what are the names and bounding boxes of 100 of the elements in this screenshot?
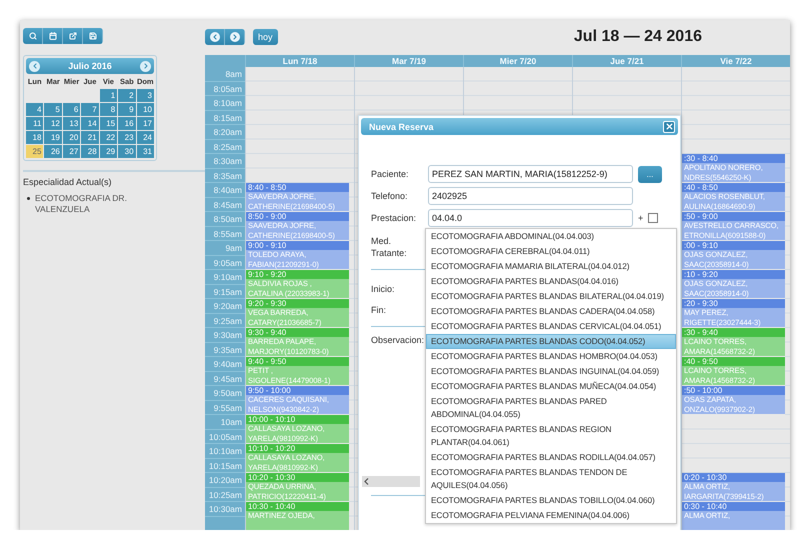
day-cell[interactable]: 31 (136, 145, 154, 158)
today-button[interactable]: hoy (253, 28, 278, 44)
suggestion-item[interactable]: ECOTOMOGRAFIA PARTES BLANDAS REGION PLANTAR(04.04.061) (426, 422, 676, 450)
suggestion-item[interactable]: ECOTOMOGRAFIA PARTES BLANDAS MUÑECA(04.04.054) (426, 379, 676, 394)
appointment-time: :30 - 9:40 (682, 328, 785, 337)
bullet-dot (27, 197, 30, 200)
day-cell[interactable]: 20 (62, 131, 80, 144)
suggestion-item[interactable]: ECOTOMOGRAFIA PARTES BLANDAS TENDON DE AQUILES(04.04.056) (426, 465, 676, 493)
time-label: 8am (205, 67, 245, 82)
day-cell[interactable]: 30 (118, 145, 136, 158)
checkbox[interactable] (648, 213, 658, 223)
day-cell[interactable]: 6 (62, 103, 80, 116)
appointment-time: :00 - 9:10 (682, 241, 785, 250)
day-header: Jue 7/21 (572, 55, 681, 67)
suggestion-item[interactable]: ECOTOMOGRAFIA PARTES BLANDAS BILATERAL(04.04.019) (426, 289, 676, 304)
day-cell[interactable]: 15 (100, 117, 118, 130)
appointment-time: 0:30 - 10:40 (682, 502, 785, 511)
specialty-item: ECOTOMOGRAFIA DR. VALENZUELA (35, 193, 128, 215)
day-cell[interactable]: 12 (44, 117, 62, 130)
suggestion-item[interactable]: ECOTOMOGRAFIA PARTES BLANDAS RODILLA(04.04.057) (426, 450, 676, 465)
time-label: 9:15am (205, 284, 245, 299)
field-label: Paciente: (371, 168, 410, 180)
previous-week-button[interactable] (205, 28, 225, 44)
service-field[interactable]: 04.04.0 (428, 209, 633, 227)
suggestion-item[interactable]: ECOTOMOGRAFIA PARTES BLANDAS PARED ABDOMINAL(04.04.055) (426, 394, 676, 422)
appointment-time: 10:10 - 10:20 (246, 444, 349, 453)
search-icon (28, 32, 36, 40)
day-cell[interactable]: 19 (44, 131, 62, 144)
close-button[interactable] (663, 120, 675, 132)
day-cell[interactable]: 23 (118, 131, 136, 144)
appointment-time: 9:40 - 9:50 (246, 357, 349, 366)
day-cell[interactable]: 3 (136, 89, 154, 102)
calendar-button[interactable] (43, 28, 63, 44)
horizontal-scrollbar[interactable] (362, 476, 420, 487)
suggestion-item[interactable]: ECOTOMOGRAFIA ABDOMINAL(04.04.003) (426, 229, 676, 244)
day-cell[interactable]: 11 (26, 117, 44, 130)
appointment-time: :10 - 9:20 (682, 270, 785, 279)
previous-month-button[interactable] (29, 60, 40, 72)
suggestion-item[interactable]: ECOTOMOGRAFIA PARTES BLANDAS TOBILLO(04.04.060) (426, 493, 676, 508)
suggestion-item[interactable]: ECOTOMOGRAFIA PARTES BLANDAS INGUINAL(04.04.059) (426, 364, 676, 379)
day-header: Lun 7/18 (245, 55, 354, 67)
time-label: 10:10am (205, 444, 245, 458)
day-cell[interactable]: 17 (136, 117, 154, 130)
search-button[interactable] (23, 28, 43, 44)
time-label: 8:25am (205, 140, 245, 154)
chevron-right-icon (142, 62, 150, 70)
day-cell[interactable]: 2 (118, 89, 136, 102)
suggestion-item[interactable]: ECOTOMOGRAFIA PARTES BLANDAS HOMBRO(04.04.053) (426, 349, 676, 364)
field-label: Prestacion: (371, 212, 418, 224)
day-cell[interactable]: 4 (26, 103, 44, 116)
day-cell[interactable]: 26 (44, 145, 62, 158)
time-label: 10:30am (205, 502, 245, 516)
time-label: 10:05am (205, 430, 245, 444)
external-link-icon (68, 32, 76, 40)
day-cell[interactable]: 7 (81, 103, 99, 116)
day-cell[interactable]: 8 (100, 103, 118, 116)
time-label: 8:10am (205, 96, 245, 110)
time-label: 9:55am (205, 400, 245, 415)
suggestion-item[interactable]: ECOTOMOGRAFIA PARTES BLANDAS CERVICAL(04.04.051) (426, 319, 676, 334)
day-cell[interactable]: 5 (44, 103, 62, 116)
day-cell[interactable]: 18 (26, 131, 44, 144)
time-label: 9:50am (205, 386, 245, 400)
time-label: 9:10am (205, 270, 245, 284)
suggestion-item[interactable]: ECOTOMOGRAFIA PARTES BLANDAS(04.04.016) (426, 274, 676, 289)
suggestion-item[interactable]: ECOTOMOGRAFIA PARTES BLANDAS CODO(04.04.052) (426, 334, 676, 349)
suggestion-item[interactable]: ECOTOMOGRAFIA PELVIANA FEMENINA(04.04.006) (426, 508, 676, 523)
month-title: Julio 2016 (68, 61, 112, 71)
day-cell[interactable]: 28 (81, 145, 99, 158)
day-cell[interactable]: 27 (62, 145, 80, 158)
patient-field[interactable]: PEREZ SAN MARTIN, MARIA(15812252-9) (428, 165, 633, 183)
day-cell[interactable]: 9 (118, 103, 136, 116)
appointment-time: :40 - 8:50 (682, 183, 785, 192)
time-label: 9:35am (205, 342, 245, 357)
suggestion-item[interactable]: ECOTOMOGRAFIA CEREBRAL(04.04.011) (426, 244, 676, 259)
day-cell[interactable]: 16 (118, 117, 136, 130)
day-cell[interactable]: 25 (26, 145, 44, 158)
day-cell[interactable]: 1 (100, 89, 118, 102)
phone-field[interactable]: 2402925 (428, 187, 633, 205)
next-month-button[interactable] (140, 60, 151, 72)
day-cell[interactable]: 24 (136, 131, 154, 144)
lookup-button[interactable]: ... (638, 166, 662, 182)
appointment-time: :50 - 9:00 (682, 212, 785, 221)
day-cell[interactable]: 10 (136, 103, 154, 116)
suggestion-item[interactable]: ECOTOMOGRAFIA MAMARIA BILATERAL(04.04.012) (426, 259, 676, 274)
appointment-time: 9:10 - 9:20 (246, 270, 349, 279)
external-link-button[interactable] (63, 28, 83, 44)
day-cell[interactable]: 14 (81, 117, 99, 130)
appointment-time: 9:20 - 9:30 (246, 299, 349, 308)
suggestion-item[interactable]: ECOTOMOGRAFIA PARTES BLANDAS CADERA(04.04.058) (426, 304, 676, 319)
day-cell[interactable]: 29 (100, 145, 118, 158)
day-cell[interactable]: 13 (62, 117, 80, 130)
appointment-time: 10:20 - 10:30 (246, 473, 349, 482)
next-week-button[interactable] (225, 28, 245, 44)
day-cell[interactable]: 21 (81, 131, 99, 144)
save-button[interactable] (83, 28, 103, 44)
time-label: 10:15am (205, 458, 245, 473)
day-cell[interactable]: 22 (100, 131, 118, 144)
specialty-heading: Especialidad Actual(s) (23, 177, 113, 187)
appointment-time: 9:00 - 9:10 (246, 241, 349, 250)
time-label: 9:25am (205, 314, 245, 328)
